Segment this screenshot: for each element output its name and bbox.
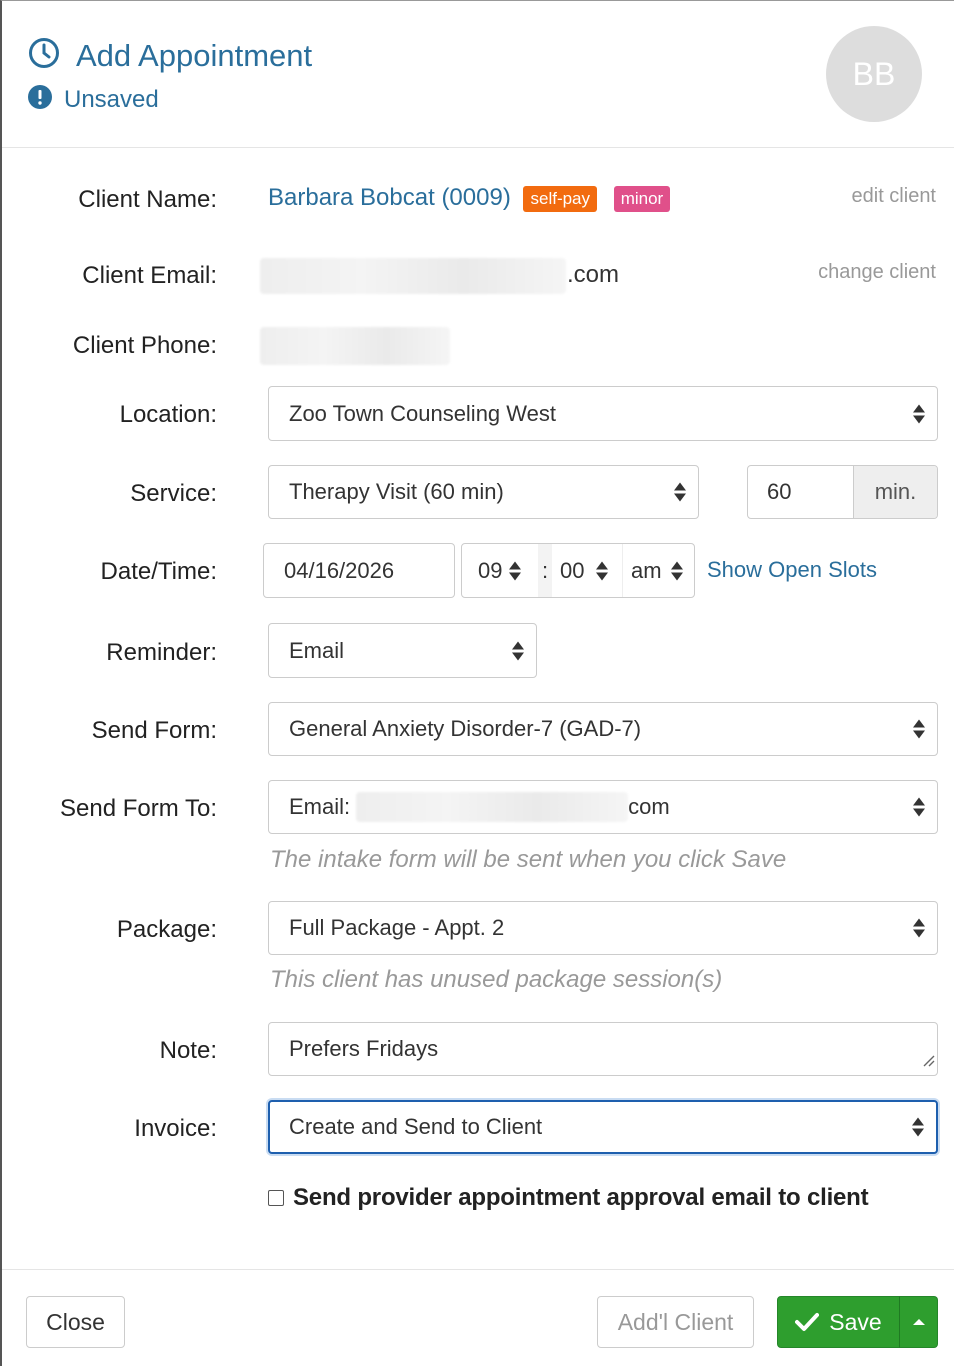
redacted-email bbox=[356, 792, 629, 822]
invoice-label: Invoice: bbox=[134, 1115, 217, 1142]
send-form-label: Send Form: bbox=[91, 717, 217, 744]
clock-icon bbox=[28, 37, 60, 74]
reminder-label: Reminder: bbox=[106, 639, 217, 666]
redacted-phone bbox=[260, 327, 450, 365]
location-select[interactable]: Zoo Town Counseling West bbox=[268, 386, 938, 441]
select-arrows-icon bbox=[913, 797, 925, 817]
save-options-button[interactable] bbox=[899, 1296, 938, 1348]
modal-header: Add Appointment Unsaved BB bbox=[2, 1, 954, 148]
send-form-to-prefix: Email: bbox=[289, 794, 351, 819]
time-picker: 09 : 00 am bbox=[461, 543, 695, 598]
client-name-link[interactable]: Barbara Bobcat (0009) bbox=[268, 184, 511, 211]
duration-group: 60 min. bbox=[747, 465, 938, 519]
ampm-select[interactable]: am bbox=[622, 544, 695, 597]
duration-unit: min. bbox=[853, 466, 937, 518]
select-arrows-icon bbox=[913, 918, 925, 938]
note-value: Prefers Fridays bbox=[289, 1036, 439, 1061]
minute-select[interactable]: 00 bbox=[552, 544, 622, 597]
close-button[interactable]: Close bbox=[26, 1296, 125, 1348]
ampm-value: am bbox=[631, 558, 662, 583]
service-select[interactable]: Therapy Visit (60 min) bbox=[268, 465, 699, 519]
date-input[interactable]: 04/16/2026 bbox=[263, 543, 455, 598]
client-email-label: Client Email: bbox=[82, 262, 217, 289]
send-form-value: General Anxiety Disorder-7 (GAD-7) bbox=[289, 716, 642, 741]
add-appointment-modal: Add Appointment Unsaved BB Client Name: … bbox=[0, 0, 954, 1366]
status-row: Unsaved bbox=[28, 85, 159, 114]
select-arrows-icon bbox=[671, 561, 683, 580]
select-arrows-icon bbox=[509, 561, 521, 580]
select-arrows-icon bbox=[512, 641, 524, 660]
minute-value: 00 bbox=[560, 558, 585, 583]
caret-up-icon bbox=[912, 1319, 925, 1325]
send-form-to-label: Send Form To: bbox=[60, 795, 217, 822]
check-icon bbox=[795, 1312, 820, 1332]
reminder-select[interactable]: Email bbox=[268, 623, 537, 678]
show-open-slots-link[interactable]: Show Open Slots bbox=[707, 557, 877, 583]
add-client-button[interactable]: Add'l Client bbox=[597, 1296, 754, 1348]
select-arrows-icon bbox=[913, 719, 925, 739]
client-phone-label: Client Phone: bbox=[72, 332, 217, 359]
client-name-row: Barbara Bobcat (0009) self-pay minor bbox=[268, 184, 671, 212]
exclamation-circle-icon bbox=[28, 85, 52, 114]
hour-select[interactable]: 09 bbox=[462, 544, 538, 597]
time-separator: : bbox=[538, 544, 552, 597]
location-value: Zoo Town Counseling West bbox=[289, 400, 556, 426]
package-select[interactable]: Full Package - Appt. 2 bbox=[268, 901, 938, 955]
edit-client-link[interactable]: edit client bbox=[852, 185, 937, 208]
send-form-select[interactable]: General Anxiety Disorder-7 (GAD-7) bbox=[268, 702, 938, 756]
client-name-label: Client Name: bbox=[78, 186, 217, 213]
package-help-text: This client has unused package session(s… bbox=[270, 966, 723, 993]
select-arrows-icon bbox=[596, 561, 608, 580]
save-button[interactable]: Save bbox=[777, 1296, 900, 1348]
client-email-suffix: .com bbox=[567, 261, 620, 288]
resize-handle-icon[interactable] bbox=[921, 1047, 935, 1073]
approval-checkbox[interactable] bbox=[268, 1190, 284, 1206]
note-textarea[interactable]: Prefers Fridays bbox=[268, 1022, 938, 1076]
service-value: Therapy Visit (60 min) bbox=[289, 479, 504, 504]
change-client-link[interactable]: change client bbox=[818, 261, 936, 284]
invoice-select[interactable]: Create and Send to Client bbox=[268, 1100, 938, 1154]
reminder-value: Email bbox=[289, 637, 345, 663]
send-form-to-suffix: com bbox=[628, 794, 670, 819]
invoice-value: Create and Send to Client bbox=[289, 1114, 543, 1139]
minor-badge: minor bbox=[613, 185, 671, 212]
select-arrows-icon bbox=[913, 404, 925, 423]
approval-checkbox-label[interactable]: Send provider appointment approval email… bbox=[293, 1184, 869, 1212]
self-pay-badge: self-pay bbox=[523, 185, 598, 212]
unsaved-status: Unsaved bbox=[64, 85, 159, 113]
save-label: Save bbox=[829, 1308, 882, 1335]
select-arrows-icon bbox=[912, 1117, 924, 1137]
package-label: Package: bbox=[116, 916, 217, 943]
approval-checkbox-row: Send provider appointment approval email… bbox=[268, 1184, 869, 1212]
date-value: 04/16/2026 bbox=[284, 557, 395, 583]
note-label: Note: bbox=[159, 1037, 217, 1064]
send-form-help-text: The intake form will be sent when you cl… bbox=[270, 846, 787, 873]
modal-title: Add Appointment bbox=[76, 37, 313, 73]
modal-footer: Close Add'l Client Save bbox=[2, 1269, 954, 1368]
location-label: Location: bbox=[119, 401, 217, 428]
hour-value: 09 bbox=[478, 558, 503, 583]
duration-input[interactable]: 60 bbox=[748, 466, 853, 518]
package-value: Full Package - Appt. 2 bbox=[289, 915, 505, 940]
service-label: Service: bbox=[130, 480, 217, 507]
avatar: BB bbox=[826, 26, 922, 122]
send-form-to-select[interactable]: Email: com bbox=[268, 780, 938, 834]
title-row: Add Appointment bbox=[28, 37, 312, 74]
datetime-label: Date/Time: bbox=[100, 558, 217, 585]
select-arrows-icon bbox=[674, 482, 686, 502]
redacted-email bbox=[260, 258, 566, 294]
